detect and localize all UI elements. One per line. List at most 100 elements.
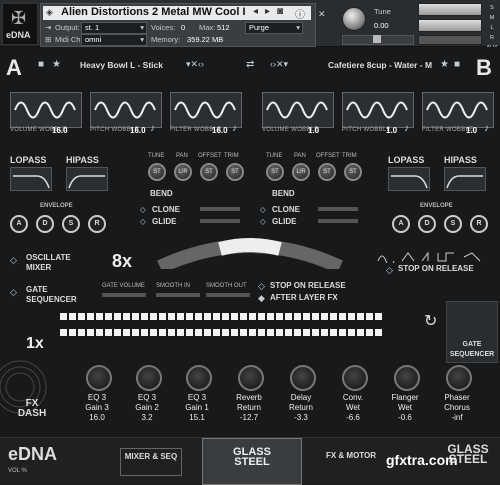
gate-step[interactable] bbox=[240, 313, 247, 320]
gate-step[interactable] bbox=[321, 313, 328, 320]
diamond-icon[interactable]: ◇ bbox=[260, 217, 266, 226]
lopass-a[interactable] bbox=[10, 167, 52, 191]
hipass-a[interactable] bbox=[66, 167, 108, 191]
randomize-icon[interactable]: ‹›✕▾ bbox=[270, 59, 288, 70]
gate-step[interactable] bbox=[96, 329, 103, 336]
gate-step[interactable] bbox=[303, 313, 310, 320]
eq3-gain1-knob[interactable] bbox=[186, 365, 212, 391]
gate-step[interactable] bbox=[366, 329, 373, 336]
next-arrow-icon[interactable]: ▸ bbox=[265, 6, 270, 17]
side-tab-m[interactable]: M bbox=[484, 13, 500, 23]
trim-knob-b[interactable]: ST bbox=[344, 163, 362, 181]
gate-step[interactable] bbox=[285, 313, 292, 320]
clone-label-a[interactable]: CLONE bbox=[152, 205, 180, 214]
prev-arrow-icon[interactable]: ◂ bbox=[253, 6, 258, 17]
gate-step[interactable] bbox=[177, 329, 184, 336]
gate-step[interactable] bbox=[87, 329, 94, 336]
gate-step[interactable] bbox=[123, 313, 130, 320]
gate-step[interactable] bbox=[258, 313, 265, 320]
gate-step[interactable] bbox=[132, 329, 139, 336]
oscillate-mixer-toggle[interactable]: OSCILLATE MIXER bbox=[26, 253, 86, 273]
instrument-name[interactable]: Alien Distortions 2 Metal MW Cool I bbox=[61, 6, 246, 18]
lfo-shapes-icon[interactable] bbox=[376, 251, 488, 263]
folder-icon[interactable]: ■ bbox=[454, 59, 460, 70]
gate-step[interactable] bbox=[204, 313, 211, 320]
phaser-chorus-knob[interactable] bbox=[446, 365, 472, 391]
pan-slider-handle[interactable] bbox=[373, 35, 381, 43]
gate-multiplier[interactable]: 1x bbox=[26, 335, 44, 353]
offset-knob-b[interactable]: ST bbox=[318, 163, 336, 181]
glide-slider-b[interactable] bbox=[318, 219, 358, 223]
gate-step[interactable] bbox=[168, 329, 175, 336]
folder-icon[interactable]: ■ bbox=[38, 59, 44, 70]
release-knob-b[interactable]: R bbox=[470, 215, 488, 233]
fx-motor-tab[interactable]: FX & MOTOR bbox=[322, 448, 380, 474]
reset-icon[interactable]: ↻ bbox=[424, 311, 437, 331]
pan-slider[interactable] bbox=[342, 35, 414, 45]
stop-on-release-center[interactable]: STOP ON RELEASE bbox=[398, 264, 474, 273]
smooth-in-slider[interactable] bbox=[156, 293, 200, 297]
gate-step[interactable] bbox=[348, 329, 355, 336]
gate-step[interactable] bbox=[231, 329, 238, 336]
note-icon[interactable]: ♪ bbox=[404, 123, 409, 134]
side-tab-s[interactable]: S bbox=[484, 3, 500, 13]
clone-label-b[interactable]: CLONE bbox=[272, 205, 300, 214]
after-layer-fx[interactable]: AFTER LAYER FX bbox=[270, 293, 338, 302]
gate-step[interactable] bbox=[78, 313, 85, 320]
gate-step[interactable] bbox=[105, 329, 112, 336]
star-icon[interactable]: ★ bbox=[440, 59, 449, 70]
gate-step[interactable] bbox=[276, 329, 283, 336]
side-tab-l[interactable]: L bbox=[484, 23, 500, 33]
gate-step[interactable] bbox=[213, 313, 220, 320]
gate-step[interactable] bbox=[150, 313, 157, 320]
gate-step[interactable] bbox=[267, 313, 274, 320]
glide-label-b[interactable]: GLIDE bbox=[272, 217, 296, 226]
gate-step[interactable] bbox=[60, 313, 67, 320]
gate-step[interactable] bbox=[222, 329, 229, 336]
eq3-gain2-knob[interactable] bbox=[136, 365, 162, 391]
gate-step[interactable] bbox=[240, 329, 247, 336]
diamond-icon[interactable]: ◇ bbox=[258, 281, 265, 292]
gate-step[interactable] bbox=[186, 329, 193, 336]
sustain-knob-a[interactable]: S bbox=[62, 215, 80, 233]
delay-return-knob[interactable] bbox=[290, 365, 316, 391]
close-icon[interactable]: ✕ bbox=[318, 9, 326, 20]
midi-select[interactable]: omni ▾ bbox=[81, 34, 147, 46]
gate-step[interactable] bbox=[339, 313, 346, 320]
swap-icon[interactable]: ⇄ bbox=[246, 59, 254, 70]
gate-step[interactable] bbox=[285, 329, 292, 336]
glide-slider-a[interactable] bbox=[200, 219, 240, 223]
volume-wobble-b[interactable] bbox=[262, 92, 334, 128]
diamond-icon[interactable]: ◇ bbox=[386, 265, 393, 276]
side-tab-r[interactable]: R bbox=[484, 33, 500, 43]
gate-step[interactable] bbox=[69, 329, 76, 336]
trim-knob-a[interactable]: ST bbox=[226, 163, 244, 181]
smooth-out-slider[interactable] bbox=[206, 293, 250, 297]
tune-knob[interactable] bbox=[342, 7, 366, 31]
release-knob-a[interactable]: R bbox=[88, 215, 106, 233]
gate-step[interactable] bbox=[294, 313, 301, 320]
note-icon[interactable]: ♪ bbox=[150, 123, 155, 134]
gate-step[interactable] bbox=[312, 313, 319, 320]
clone-slider-a[interactable] bbox=[200, 207, 240, 211]
gate-step[interactable] bbox=[294, 329, 301, 336]
flanger-wet-knob[interactable] bbox=[394, 365, 420, 391]
gate-step[interactable] bbox=[222, 313, 229, 320]
gate-step[interactable] bbox=[249, 329, 256, 336]
gate-step[interactable] bbox=[357, 313, 364, 320]
layer-b-preset[interactable]: Cafetiere 8cup - Water - M bbox=[328, 60, 432, 70]
gate-sequencer-toggle[interactable]: GATE SEQUENCER bbox=[26, 285, 86, 305]
volume-wobble-a[interactable] bbox=[10, 92, 82, 128]
gate-step[interactable] bbox=[69, 313, 76, 320]
diamond-icon[interactable]: ◇ bbox=[140, 217, 146, 226]
gate-step[interactable] bbox=[123, 329, 130, 336]
gate-step[interactable] bbox=[348, 313, 355, 320]
diamond-icon[interactable]: ◇ bbox=[10, 287, 17, 298]
reverb-return-knob[interactable] bbox=[238, 365, 264, 391]
hipass-b[interactable] bbox=[444, 167, 486, 191]
pan-knob-a[interactable]: L/R bbox=[174, 163, 192, 181]
volume-slider[interactable] bbox=[418, 35, 482, 45]
diamond-icon[interactable]: ◆ bbox=[258, 293, 265, 304]
gate-step[interactable] bbox=[186, 313, 193, 320]
gate-step[interactable] bbox=[276, 313, 283, 320]
